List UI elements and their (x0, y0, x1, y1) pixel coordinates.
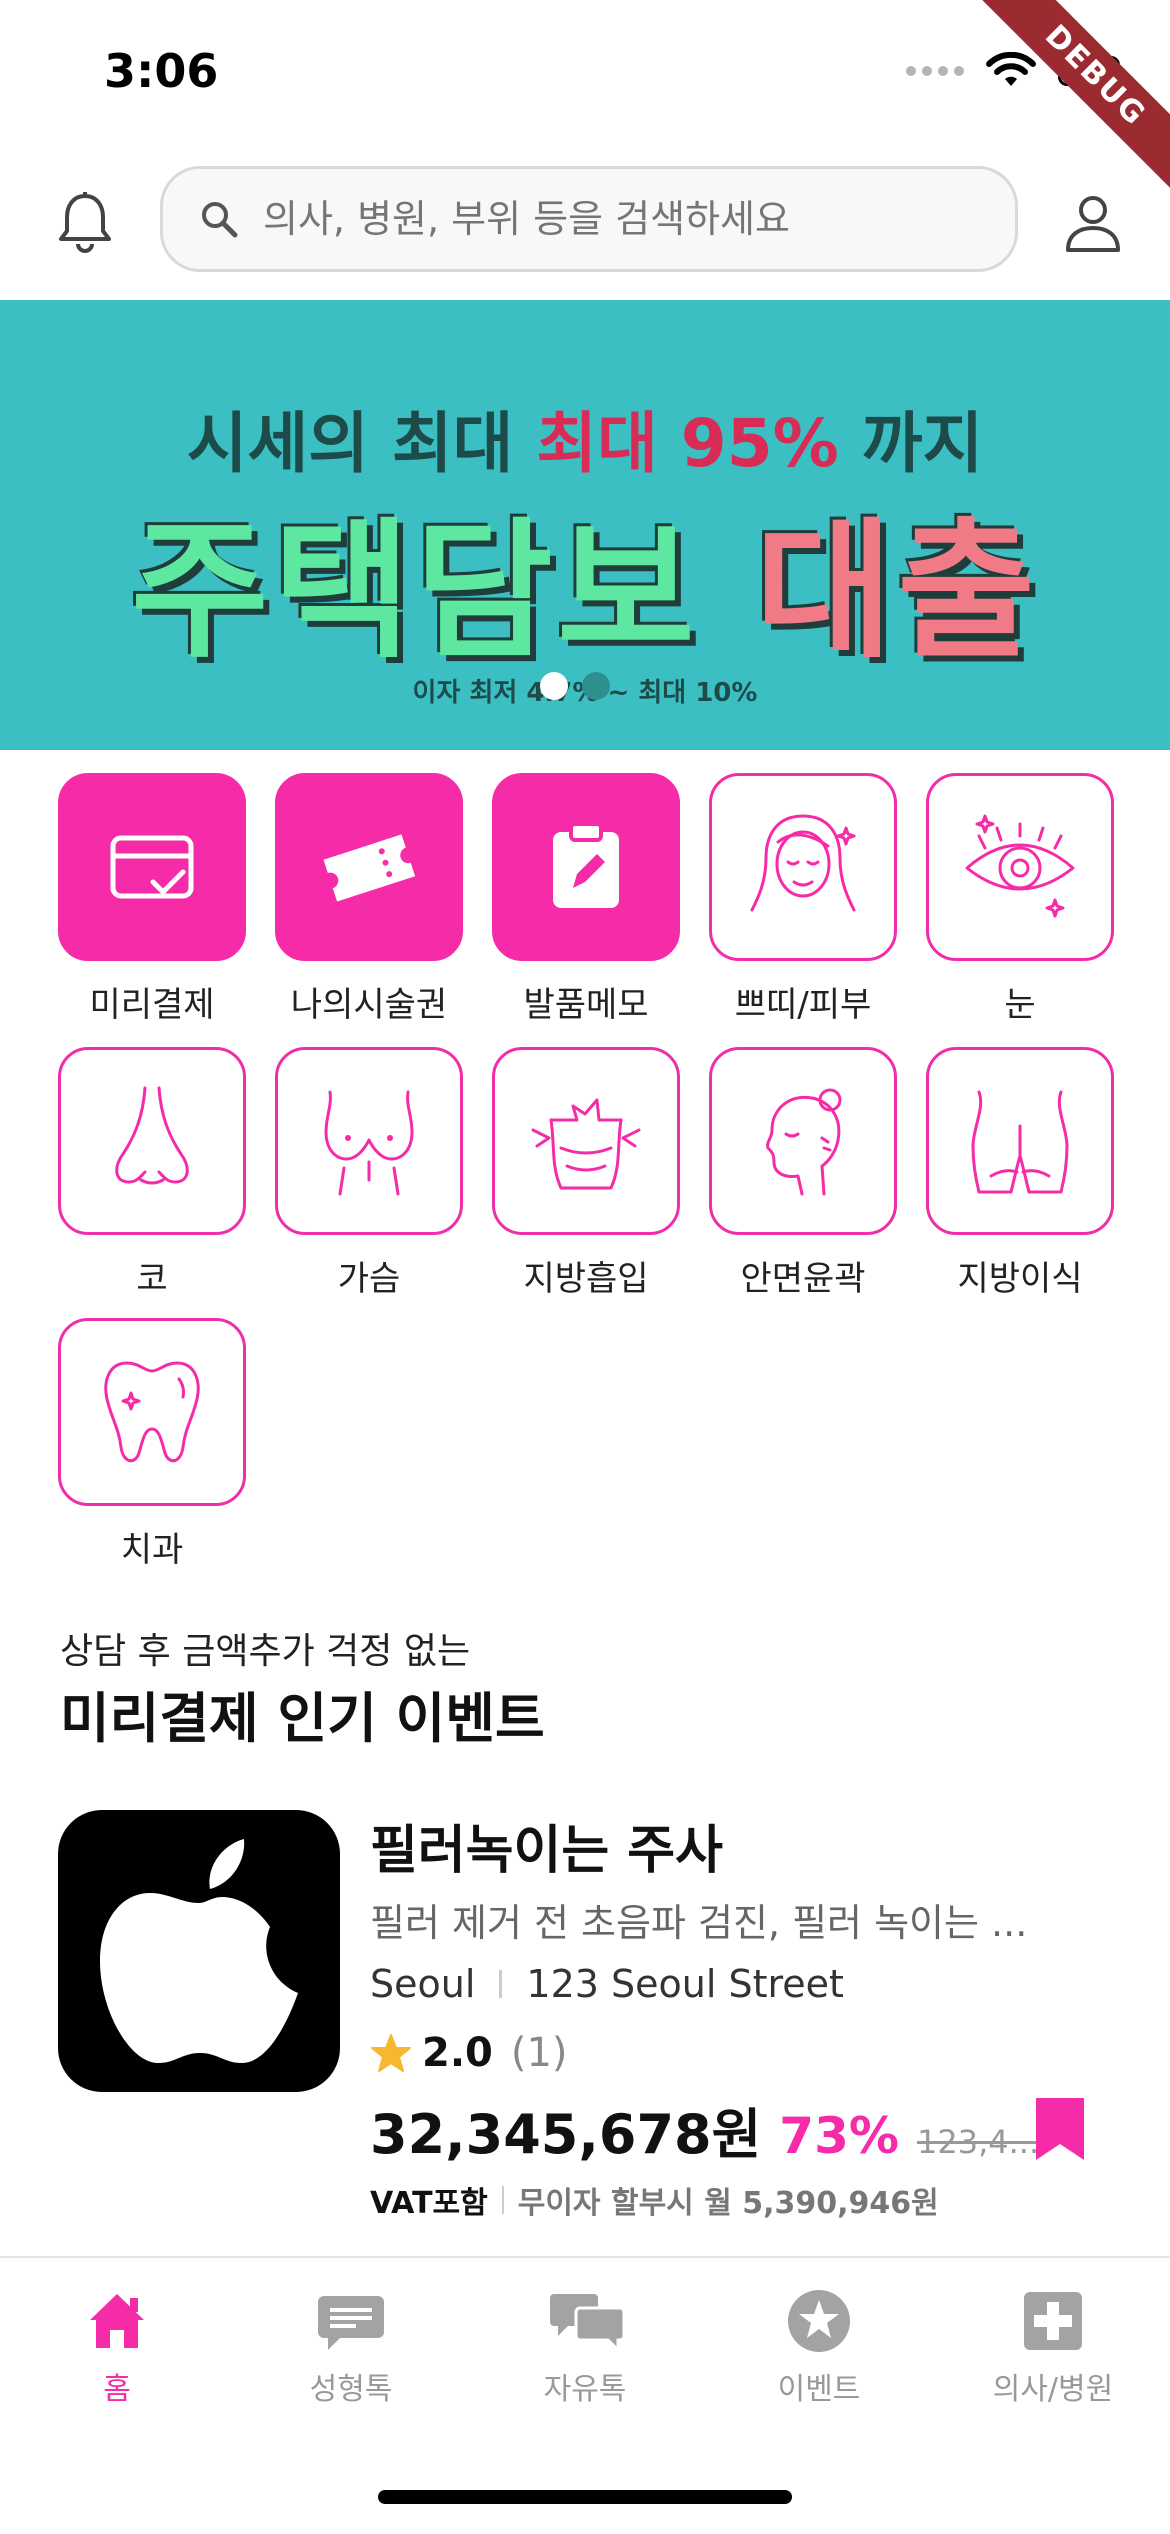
bookmark-icon[interactable] (1032, 2094, 1088, 2164)
category-label: 가슴 (337, 1259, 401, 1299)
category-tile[interactable] (58, 1047, 246, 1235)
banner-page-dot[interactable] (582, 672, 610, 700)
rating-score: 2.0 (422, 2030, 493, 2076)
event-description: 필러 제거 전 초음파 검진, 필러 녹이는 ... (370, 1901, 1028, 1945)
category-item[interactable]: 나의시술권 (275, 773, 463, 1026)
category-tile[interactable] (492, 1047, 680, 1235)
nav-label: 이벤트 (777, 2372, 861, 2407)
category-label: 코 (136, 1259, 168, 1299)
nav-item[interactable]: 이벤트 (702, 2286, 936, 2408)
star-badge-icon (784, 2286, 854, 2356)
event-price: 32,345,678원 (370, 2103, 762, 2166)
tooth-icon (87, 1347, 217, 1477)
installment-info: 무이자 할부시 월 5,390,946원 (517, 2186, 939, 2221)
category-item[interactable]: 가슴 (275, 1047, 463, 1300)
bell-icon[interactable] (52, 190, 118, 256)
category-tile[interactable] (58, 773, 246, 961)
category-tile[interactable] (709, 1047, 897, 1235)
search-input[interactable] (261, 196, 1005, 242)
category-label: 지방흡입 (523, 1259, 649, 1299)
home-icon (82, 2286, 152, 2356)
search-bar[interactable] (160, 166, 1018, 272)
event-vat-row: VAT포함 무이자 할부시 월 5,390,946원 (370, 2178, 939, 2222)
section-title: 미리결제 인기 이벤트 (60, 1687, 545, 1750)
category-label: 치과 (120, 1530, 184, 1570)
profile-icon[interactable] (1060, 190, 1126, 256)
nav-label: 자유톡 (543, 2372, 627, 2407)
banner-page-indicator[interactable] (540, 672, 610, 700)
wifi-icon (986, 52, 1036, 86)
nav-item[interactable]: 홈 (0, 2286, 234, 2408)
ticket-icon (314, 812, 424, 922)
chat-bubble-icon (316, 2286, 386, 2356)
event-rating: 2.0 (1) (370, 2030, 568, 2076)
category-item[interactable]: 안면윤곽 (709, 1047, 897, 1300)
review-count: (1) (510, 2030, 568, 2076)
divider (501, 2186, 504, 2214)
category-label: 쁘띠/피부 (734, 985, 872, 1025)
banner-page-dot[interactable] (540, 672, 568, 700)
category-item[interactable]: 쁘띠/피부 (709, 773, 897, 1026)
category-tile[interactable] (926, 773, 1114, 961)
vat-label: VAT포함 (370, 2186, 488, 2221)
face-contour-icon (738, 1076, 868, 1206)
category-tile[interactable] (926, 1047, 1114, 1235)
banner-title: 주택담보 대출 (130, 505, 1040, 679)
nav-item[interactable]: 성형톡 (234, 2286, 468, 2408)
original-price: 123,4... (916, 2123, 1040, 2161)
category-tile[interactable] (58, 1318, 246, 1506)
category-label: 미리결제 (89, 985, 215, 1025)
category-item[interactable]: 치과 (58, 1318, 246, 1571)
category-item[interactable]: 지방흡입 (492, 1047, 680, 1300)
signal-icon (906, 66, 964, 76)
divider (499, 1970, 503, 1998)
nav-label: 성형톡 (309, 2372, 393, 2407)
nav-label: 의사/병원 (992, 2372, 1114, 2407)
card-check-icon (97, 812, 207, 922)
eye-icon (955, 802, 1085, 932)
category-tile[interactable] (275, 1047, 463, 1235)
apple-logo-icon (100, 1839, 298, 2063)
nav-item[interactable]: 자유톡 (468, 2286, 702, 2408)
hip-icon (955, 1076, 1085, 1206)
category-item[interactable]: 눈 (926, 773, 1114, 1026)
category-item[interactable]: 발품메모 (492, 773, 680, 1026)
category-item[interactable]: 코 (58, 1047, 246, 1300)
star-icon (371, 2034, 411, 2072)
event-thumbnail[interactable] (58, 1810, 340, 2092)
chest-icon (304, 1076, 434, 1206)
home-indicator (378, 2490, 792, 2504)
face-skin-icon (738, 802, 868, 932)
discount-rate: 73% (779, 2107, 899, 2165)
event-location: Seoul 123 Seoul Street (370, 1962, 844, 2006)
category-label: 나의시술권 (290, 985, 448, 1025)
event-address: 123 Seoul Street (526, 1962, 844, 2006)
search-icon (202, 202, 238, 238)
category-item[interactable]: 지방이식 (926, 1047, 1114, 1300)
nav-item[interactable]: 의사/병원 (936, 2286, 1170, 2408)
event-price-row: 32,345,678원 73% 123,4... (370, 2090, 1039, 2169)
promo-banner[interactable]: 시세의 최대 최대 95% 까지 주택담보 대출 이자 최저 4.7% ~ 최대… (0, 300, 1170, 750)
category-label: 눈 (1004, 985, 1036, 1025)
memo-edit-icon (531, 812, 641, 922)
category-label: 발품메모 (523, 985, 649, 1025)
event-city: Seoul (370, 1962, 476, 2006)
nose-icon (87, 1076, 217, 1206)
chat-bubbles-icon (550, 2286, 626, 2356)
event-title[interactable]: 필러녹이는 주사 (370, 1808, 723, 1883)
medical-cross-icon (1018, 2286, 1088, 2356)
category-tile[interactable] (275, 773, 463, 961)
category-tile[interactable] (709, 773, 897, 961)
category-label: 지방이식 (957, 1259, 1083, 1299)
liposuction-icon (521, 1076, 651, 1206)
category-label: 안면윤곽 (740, 1259, 866, 1299)
nav-label: 홈 (103, 2372, 131, 2407)
category-item[interactable]: 미리결제 (58, 773, 246, 1026)
section-subtitle: 상담 후 금액추가 걱정 없는 (60, 1631, 471, 1672)
category-tile[interactable] (492, 773, 680, 961)
status-time: 3:06 (104, 44, 219, 98)
